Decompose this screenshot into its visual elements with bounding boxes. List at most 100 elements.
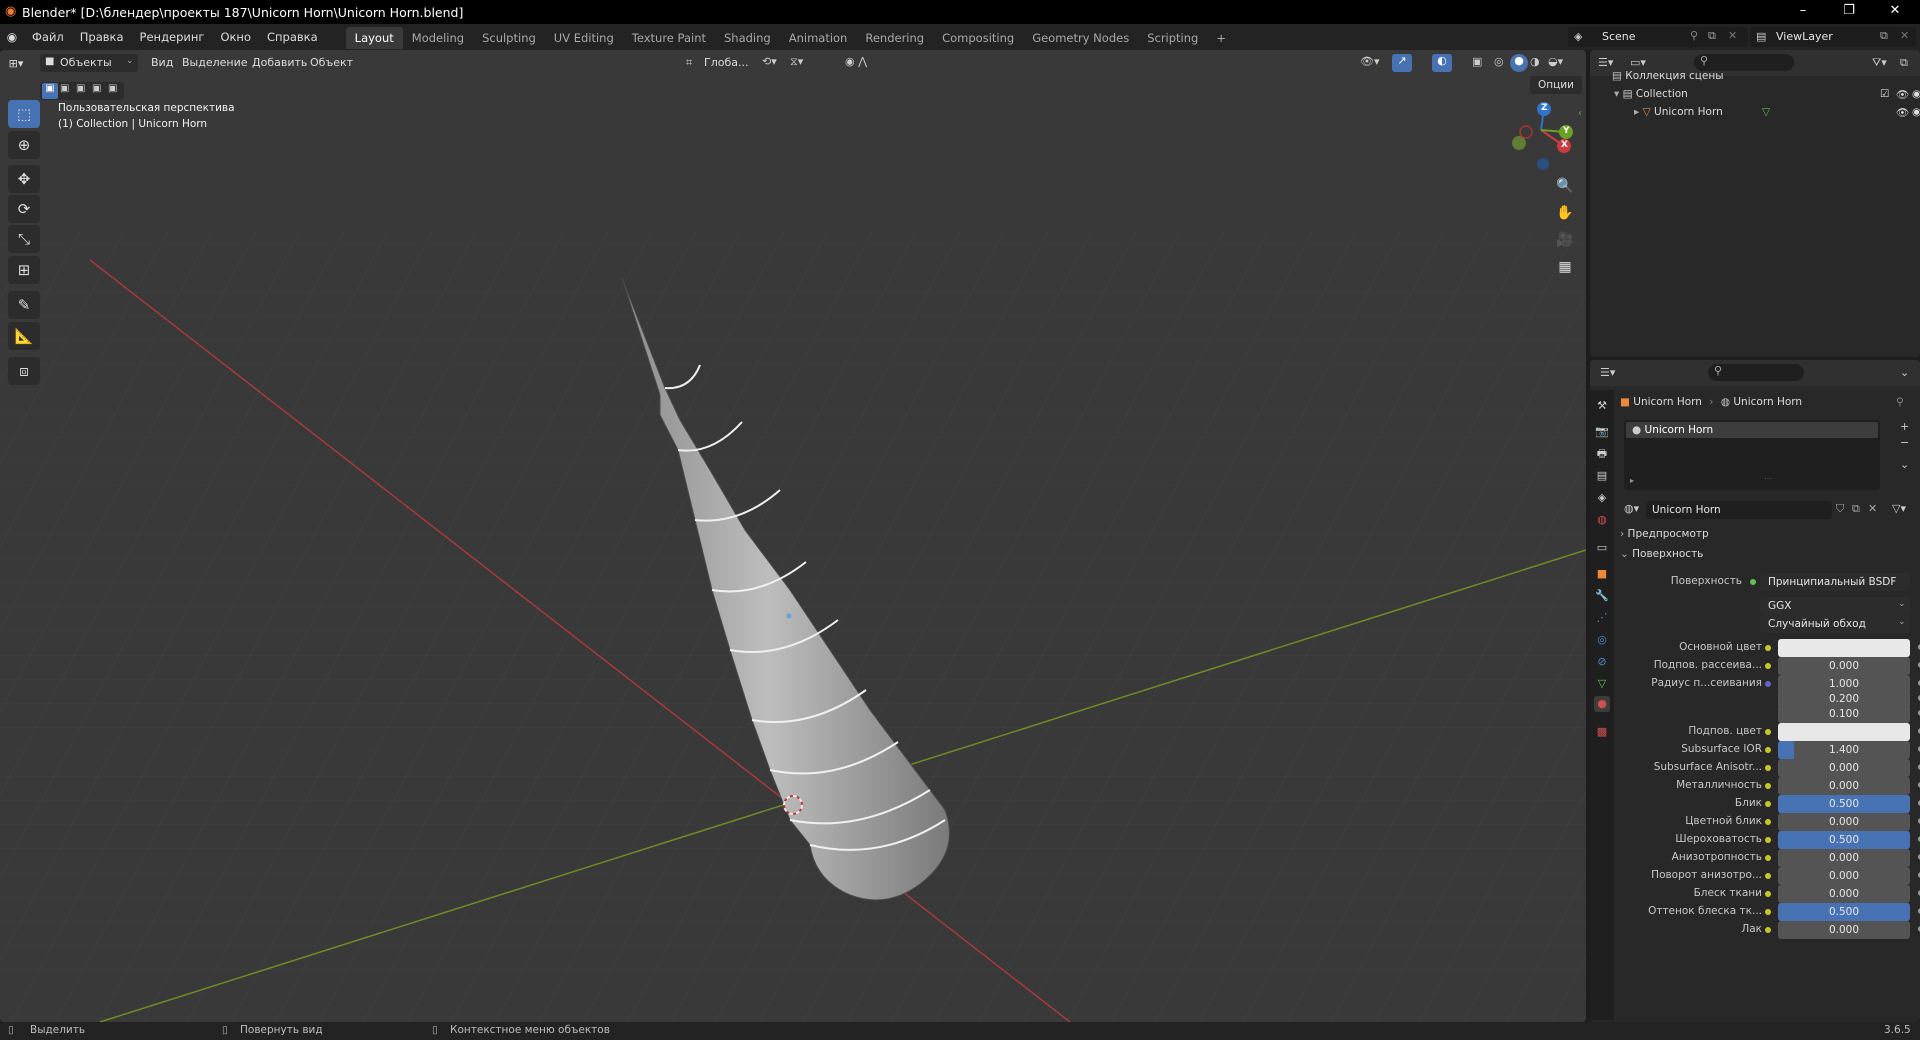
scale-tool[interactable]: ⤡ [8, 225, 40, 253]
pan-hand-icon[interactable]: ✋ [1552, 201, 1578, 225]
surface-shader-select[interactable]: Принципиальный BSDF [1760, 573, 1910, 591]
proportional-editing-icon[interactable]: ◉ ⋀ [845, 55, 867, 68]
add-workspace-button[interactable]: + [1207, 27, 1235, 49]
socket-dot[interactable] [1765, 765, 1771, 771]
render-tab-icon[interactable]: 📷 [1594, 424, 1610, 440]
particles-tab-icon[interactable]: ⋰ [1594, 610, 1610, 626]
outliner-row-scene-collection[interactable]: ▤ Коллекция сцены [1612, 70, 1724, 82]
add-cube-tool[interactable]: ⧈ [8, 357, 40, 385]
scene-tab-icon[interactable]: ◈ [1594, 490, 1610, 506]
material-name-field[interactable]: Unicorn Horn [1646, 501, 1832, 519]
tab-shading[interactable]: Shading [715, 27, 780, 49]
modifier-tab-icon[interactable]: 🔧 [1594, 588, 1610, 604]
tab-sculpting[interactable]: Sculpting [473, 27, 545, 49]
view-layer-tab-icon[interactable]: ▤ [1594, 468, 1610, 484]
visibility-icon[interactable]: 👁▾ [1360, 55, 1380, 68]
value-slider[interactable]: 0.000 [1778, 867, 1910, 885]
outliner-row-collection[interactable]: ▾ ▤ Collection ☑ 👁 ◉ [1614, 88, 1920, 101]
move-tool[interactable]: ✥ [8, 165, 40, 193]
object-tab-icon[interactable]: ■ [1594, 566, 1610, 582]
new-scene-icon[interactable]: ⧉ [1708, 29, 1716, 43]
distribution-select[interactable]: GGX [1760, 597, 1910, 615]
display-mode-icon[interactable]: ▭▾ [1630, 56, 1646, 69]
socket-dot[interactable] [1765, 927, 1771, 933]
remove-scene-icon[interactable]: ✕ [1728, 29, 1737, 42]
camera-icon[interactable]: 🎥 [1552, 228, 1578, 252]
tool-tab-icon[interactable]: ⚒ [1594, 398, 1610, 414]
gizmo-toggle-icon[interactable]: ↗ [1392, 54, 1412, 72]
properties-editor-type-icon[interactable]: ☰▾ [1600, 366, 1615, 379]
rendered-shading-icon[interactable]: ◒▾ [1548, 55, 1563, 68]
duplicate-material-icon[interactable]: ⧉ [1852, 502, 1860, 516]
editor-type-icon[interactable]: ⊞▾ [0, 57, 32, 70]
maximize-button[interactable]: ❐ [1826, 0, 1872, 24]
cursor-tool[interactable]: ⊕ [8, 131, 40, 159]
socket-dot[interactable] [1765, 747, 1771, 753]
eye-icon[interactable]: 👁 [1896, 88, 1909, 101]
select-box-tool[interactable]: ⬚ [8, 100, 40, 128]
material-shading-icon[interactable]: ◑ [1530, 55, 1540, 68]
socket-dot[interactable] [1765, 819, 1771, 825]
panel-surface-header[interactable]: ⌄ Поверхность [1620, 548, 1914, 566]
socket-dot[interactable] [1765, 783, 1771, 789]
menu-file[interactable]: Файл [24, 24, 72, 50]
expand-arrow-icon[interactable]: ▸ [1630, 476, 1634, 485]
socket-dot[interactable] [1765, 645, 1771, 651]
value-slider[interactable]: 0.100 [1778, 705, 1910, 723]
menu-object[interactable]: Объект [302, 56, 361, 69]
value-slider[interactable]: 0.000 [1778, 813, 1910, 831]
subsurface-method-select[interactable]: Случайный обход [1760, 615, 1910, 633]
resize-handle-icon[interactable]: ⋯ [1764, 474, 1772, 483]
minimize-button[interactable]: – [1780, 0, 1826, 24]
view-layer-selector[interactable]: ▤ ViewLayer ⧉ ✕ [1750, 27, 1916, 47]
tab-modeling[interactable]: Modeling [403, 27, 473, 49]
solid-shading-icon[interactable]: ● [1510, 54, 1528, 72]
mesh-data-icon[interactable]: ▽ [1762, 106, 1770, 118]
expand-arrow-icon[interactable]: ▸ [1634, 106, 1639, 118]
checkbox-icon[interactable]: ☑ [1880, 88, 1889, 100]
material-slot-item[interactable]: ● Unicorn Horn [1626, 422, 1878, 438]
properties-search-input[interactable]: ⚲ [1708, 364, 1804, 381]
overlays-toggle-icon[interactable]: ◐ [1432, 54, 1452, 72]
value-slider[interactable]: 0.500 [1778, 831, 1910, 849]
value-slider[interactable]: 0.000 [1778, 777, 1910, 795]
collection-tab-icon[interactable]: ▭ [1594, 540, 1610, 556]
filter-icon[interactable]: ⛛▾ [1872, 56, 1887, 70]
pin-icon[interactable]: ⚲ [1896, 396, 1904, 408]
tab-compositing[interactable]: Compositing [933, 27, 1023, 49]
pivot-point-icon[interactable]: ⟲▾ [762, 55, 777, 68]
color-swatch[interactable] [1778, 723, 1910, 741]
slot-menu-icon[interactable]: ⌄ [1900, 458, 1909, 471]
value-slider[interactable]: 0.000 [1778, 921, 1910, 939]
data-tab-icon[interactable]: ▽ [1594, 676, 1610, 692]
wireframe-shading-icon[interactable]: ◎ [1494, 55, 1504, 68]
tab-layout[interactable]: Layout [345, 27, 403, 49]
scene-selector[interactable]: ◈ Scene ⚲ ⧉ ✕ [1568, 27, 1748, 47]
constraints-tab-icon[interactable]: ⊘ [1594, 654, 1610, 670]
zoom-icon[interactable]: 🔍 [1552, 174, 1578, 198]
add-slot-icon[interactable]: + [1900, 420, 1909, 433]
transform-orientation-select[interactable]: Глоба... [704, 56, 748, 69]
3d-viewport[interactable]: Z X Y ⊞▾ ■ Объекты ⌄ Вид Выделение Добав… [0, 50, 1586, 1022]
remove-slot-icon[interactable]: − [1900, 436, 1909, 449]
tab-uv-editing[interactable]: UV Editing [545, 27, 623, 49]
rotate-tool[interactable]: ⟳ [8, 195, 40, 223]
select-new-icon[interactable]: ▣ [42, 83, 58, 99]
value-slider[interactable]: 0.500 [1778, 795, 1910, 813]
tab-texture-paint[interactable]: Texture Paint [623, 27, 715, 49]
expand-arrow-icon[interactable]: ▾ [1614, 88, 1619, 100]
blender-menu-icon[interactable]: ◉ [0, 30, 24, 44]
value-slider[interactable]: 0.000 [1778, 759, 1910, 777]
new-collection-icon[interactable]: ⧉ [1900, 56, 1908, 70]
socket-dot[interactable] [1765, 663, 1771, 669]
panel-preview-header[interactable]: › Предпросмотр [1620, 528, 1914, 546]
menu-window[interactable]: Окно [212, 24, 259, 50]
menu-help[interactable]: Справка [259, 24, 326, 50]
tab-scripting[interactable]: Scripting [1138, 27, 1207, 49]
tab-animation[interactable]: Animation [780, 27, 857, 49]
color-swatch[interactable] [1778, 639, 1910, 657]
socket-dot[interactable] [1765, 855, 1771, 861]
socket-dot[interactable] [1765, 891, 1771, 897]
sidebar-toggle-icon[interactable]: ‹ [1578, 108, 1582, 119]
tab-geometry-nodes[interactable]: Geometry Nodes [1023, 27, 1138, 49]
